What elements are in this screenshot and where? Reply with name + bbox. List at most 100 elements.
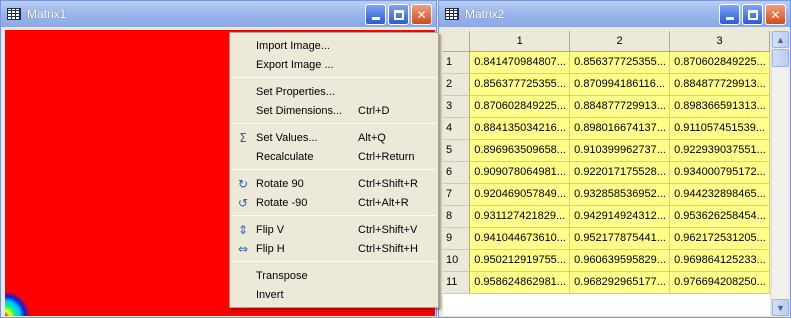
table-cell[interactable]: 0.941044673610... bbox=[469, 227, 571, 250]
row-header[interactable]: 5 bbox=[443, 139, 471, 162]
row-header[interactable]: 2 bbox=[443, 73, 471, 96]
table-cell[interactable]: 0.953626258454... bbox=[669, 205, 770, 228]
table-row: 7 0.920469057849... 0.932858536952... 0.944… bbox=[443, 183, 770, 206]
arrow-down-icon: ▼ bbox=[776, 302, 785, 313]
menu-item-flip-h[interactable]: ⇔ Flip H Ctrl+Shift+H bbox=[230, 239, 438, 258]
table-cell[interactable]: 0.884877729913... bbox=[669, 73, 770, 96]
table-row: 5 0.896963509658... 0.910399962737... 0.922… bbox=[443, 139, 770, 162]
table-cell[interactable]: 0.968292965177... bbox=[569, 271, 671, 294]
table-cell[interactable]: 0.962172531205... bbox=[669, 227, 770, 250]
table-cell[interactable]: 0.896963509658... bbox=[469, 139, 571, 162]
table-cell[interactable]: 0.909078064981... bbox=[469, 161, 571, 184]
menu-item-export-image[interactable]: Export Image ... bbox=[230, 55, 438, 74]
table-cell[interactable]: 0.884135034216... bbox=[469, 117, 571, 140]
row-header[interactable]: 7 bbox=[443, 183, 471, 206]
menu-item-label: Set Values... bbox=[256, 131, 318, 144]
row-header[interactable]: 4 bbox=[443, 117, 471, 140]
table-cell[interactable]: 0.952177875441... bbox=[569, 227, 671, 250]
table-cell[interactable]: 0.911057451539... bbox=[669, 117, 770, 140]
close-button[interactable]: ✕ bbox=[765, 4, 786, 25]
flip-horizontal-icon: ⇔ bbox=[237, 241, 249, 256]
maximize-icon bbox=[393, 9, 404, 20]
menu-item-label: Invert bbox=[256, 288, 284, 301]
scroll-down-button[interactable]: ▼ bbox=[772, 299, 789, 316]
vertical-scrollbar[interactable]: ▲ ▼ bbox=[771, 31, 789, 316]
matrix1-title: Matrix1 bbox=[27, 7, 67, 21]
minimize-button[interactable] bbox=[365, 4, 386, 25]
table-cell[interactable]: 0.884877729913... bbox=[569, 95, 671, 118]
table-cell[interactable]: 0.922017175528... bbox=[569, 161, 671, 184]
table-cell[interactable]: 0.920469057849... bbox=[469, 183, 571, 206]
menu-item-shortcut: Alt+Q bbox=[358, 131, 386, 144]
table-row: 2 0.856377725355... 0.870994186116... 0.884… bbox=[443, 73, 770, 96]
matrix1-titlebar[interactable]: Matrix1 ✕ bbox=[1, 1, 436, 27]
table-cell[interactable]: 0.856377725355... bbox=[469, 73, 571, 96]
menu-item-invert[interactable]: Invert bbox=[230, 285, 438, 304]
matrix2-title: Matrix2 bbox=[465, 7, 505, 21]
rotate-ccw-icon: ↺ bbox=[237, 195, 249, 210]
close-button[interactable]: ✕ bbox=[411, 4, 432, 25]
table-cell[interactable]: 0.931127421829... bbox=[469, 205, 571, 228]
table-cell[interactable]: 0.942914924312... bbox=[569, 205, 671, 228]
table-cell[interactable]: 0.932858536952... bbox=[569, 183, 671, 206]
menu-item-set-properties[interactable]: Set Properties... bbox=[230, 82, 438, 101]
menu-item-recalculate[interactable]: Recalculate Ctrl+Return bbox=[230, 147, 438, 166]
scroll-up-button[interactable]: ▲ bbox=[772, 31, 789, 48]
table-cell[interactable]: 0.944232898465... bbox=[669, 183, 770, 206]
menu-item-shortcut: Ctrl+Alt+R bbox=[358, 196, 409, 209]
column-header[interactable]: 2 bbox=[569, 31, 671, 52]
table-cell[interactable]: 0.898016674137... bbox=[569, 117, 671, 140]
table-cell[interactable]: 0.960639595829... bbox=[569, 249, 671, 272]
sigma-icon: Σ bbox=[239, 130, 247, 145]
minimize-button[interactable] bbox=[719, 4, 740, 25]
row-header[interactable]: 3 bbox=[443, 95, 471, 118]
table-cell[interactable]: 0.856377725355... bbox=[569, 51, 671, 74]
minimize-icon bbox=[725, 17, 734, 20]
matrix2-window[interactable]: Matrix2 ✕ 1 2 3 1 0.841470984807... 0.8563… bbox=[438, 0, 791, 318]
menu-item-transpose[interactable]: Transpose bbox=[230, 266, 438, 285]
table-cell[interactable]: 0.950212919755... bbox=[469, 249, 571, 272]
table-cell[interactable]: 0.870602849225... bbox=[669, 51, 770, 74]
row-header[interactable]: 10 bbox=[443, 249, 471, 272]
table-cell[interactable]: 0.976694208250... bbox=[669, 271, 770, 294]
column-header[interactable]: 1 bbox=[469, 31, 571, 52]
table-cell[interactable]: 0.910399962737... bbox=[569, 139, 671, 162]
table-cell[interactable]: 0.898366591313... bbox=[669, 95, 770, 118]
menu-item-set-dimensions[interactable]: Set Dimensions... Ctrl+D bbox=[230, 101, 438, 120]
corner-header[interactable] bbox=[443, 31, 471, 52]
menu-separator bbox=[232, 123, 436, 124]
menu-item-rotate-90[interactable]: ↻ Rotate 90 Ctrl+Shift+R bbox=[230, 174, 438, 193]
menu-item-set-values[interactable]: Σ Set Values... Alt+Q bbox=[230, 128, 438, 147]
matrix-table: 1 2 3 1 0.841470984807... 0.856377725355..… bbox=[443, 31, 770, 294]
table-row: 8 0.931127421829... 0.942914924312... 0.953… bbox=[443, 205, 770, 228]
table-cell[interactable]: 0.934000795172... bbox=[669, 161, 770, 184]
scroll-thumb[interactable] bbox=[772, 49, 789, 67]
table-cell[interactable]: 0.870994186116... bbox=[569, 73, 671, 96]
matrix-table-container: 1 2 3 1 0.841470984807... 0.856377725355..… bbox=[443, 31, 770, 316]
menu-item-label: Set Dimensions... bbox=[256, 104, 343, 117]
menu-separator bbox=[232, 77, 436, 78]
table-cell[interactable]: 0.958624862981... bbox=[469, 271, 571, 294]
column-header[interactable]: 3 bbox=[669, 31, 770, 52]
row-header[interactable]: 9 bbox=[443, 227, 471, 250]
table-cell[interactable]: 0.870602849225... bbox=[469, 95, 571, 118]
row-header[interactable]: 1 bbox=[443, 51, 471, 74]
minimize-icon bbox=[371, 17, 380, 20]
maximize-button[interactable] bbox=[742, 4, 763, 25]
menu-item-rotate-90[interactable]: ↺ Rotate -90 Ctrl+Alt+R bbox=[230, 193, 438, 212]
table-cell[interactable]: 0.841470984807... bbox=[469, 51, 571, 74]
menu-item-label: Rotate -90 bbox=[256, 196, 308, 209]
menu-item-flip-v[interactable]: ⇕ Flip V Ctrl+Shift+V bbox=[230, 220, 438, 239]
flip-vertical-icon: ⇕ bbox=[237, 222, 249, 237]
maximize-button[interactable] bbox=[388, 4, 409, 25]
row-header[interactable]: 6 bbox=[443, 161, 471, 184]
menu-item-import-image[interactable]: Import Image... bbox=[230, 36, 438, 55]
table-row: 9 0.941044673610... 0.952177875441... 0.962… bbox=[443, 227, 770, 250]
table-cell[interactable]: 0.969864125233... bbox=[669, 249, 770, 272]
table-cell[interactable]: 0.922939037551... bbox=[669, 139, 770, 162]
matrix2-titlebar[interactable]: Matrix2 ✕ bbox=[439, 1, 790, 27]
context-menu: Import Image... Export Image ... Set Prope… bbox=[229, 32, 439, 308]
row-header[interactable]: 11 bbox=[443, 271, 471, 294]
row-header[interactable]: 8 bbox=[443, 205, 471, 228]
menu-item-shortcut: Ctrl+Shift+H bbox=[358, 242, 418, 255]
